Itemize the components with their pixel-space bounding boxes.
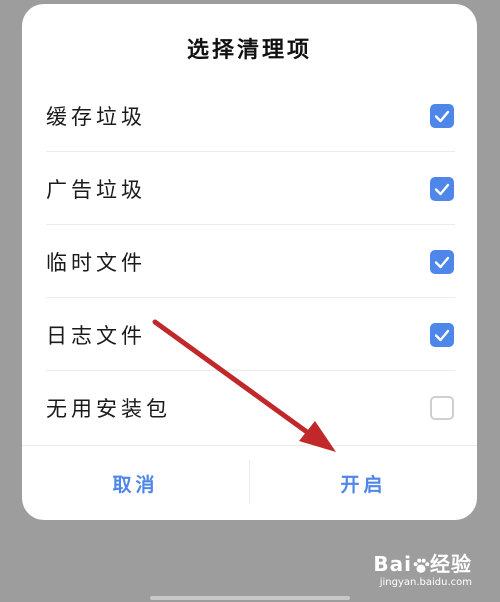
watermark-brand-left: Bai	[373, 552, 412, 576]
watermark-brand-right: 经验	[430, 552, 472, 576]
option-label: 无用安装包	[46, 396, 171, 421]
option-log-files[interactable]: 日志文件	[22, 298, 477, 371]
check-icon	[434, 183, 450, 195]
checkbox-checked[interactable]	[430, 176, 454, 201]
check-icon	[434, 110, 450, 122]
watermark-url: jingyan.baidu.com	[379, 577, 472, 588]
option-label: 日志文件	[46, 323, 146, 348]
option-temp-files[interactable]: 临时文件	[22, 225, 477, 298]
option-label: 缓存垃圾	[46, 104, 146, 129]
check-icon	[434, 256, 450, 268]
option-cache-junk[interactable]: 缓存垃圾	[22, 79, 477, 152]
home-indicator	[150, 596, 350, 600]
option-label: 广告垃圾	[46, 177, 146, 202]
option-ad-junk[interactable]: 广告垃圾	[22, 152, 477, 225]
dialog-footer: 取消 开启	[22, 445, 477, 520]
paw-icon	[413, 558, 430, 573]
option-label: 临时文件	[46, 250, 146, 275]
checkbox-checked[interactable]	[430, 103, 454, 128]
clean-options-dialog: 选择清理项 缓存垃圾 广告垃圾 临时文件 日志文件 无用安装包 取消 开启	[22, 4, 477, 520]
cancel-button[interactable]: 取消	[22, 446, 249, 520]
dialog-title: 选择清理项	[186, 38, 312, 63]
option-unused-packages[interactable]: 无用安装包	[22, 371, 477, 444]
check-icon	[434, 329, 450, 341]
confirm-button[interactable]: 开启	[250, 446, 477, 520]
checkbox-unchecked[interactable]	[430, 395, 454, 420]
baidu-jingyan-watermark: Bai 经验 jingyan.baidu.com	[373, 548, 472, 588]
checkbox-checked[interactable]	[430, 249, 454, 274]
checkbox-checked[interactable]	[430, 322, 454, 347]
